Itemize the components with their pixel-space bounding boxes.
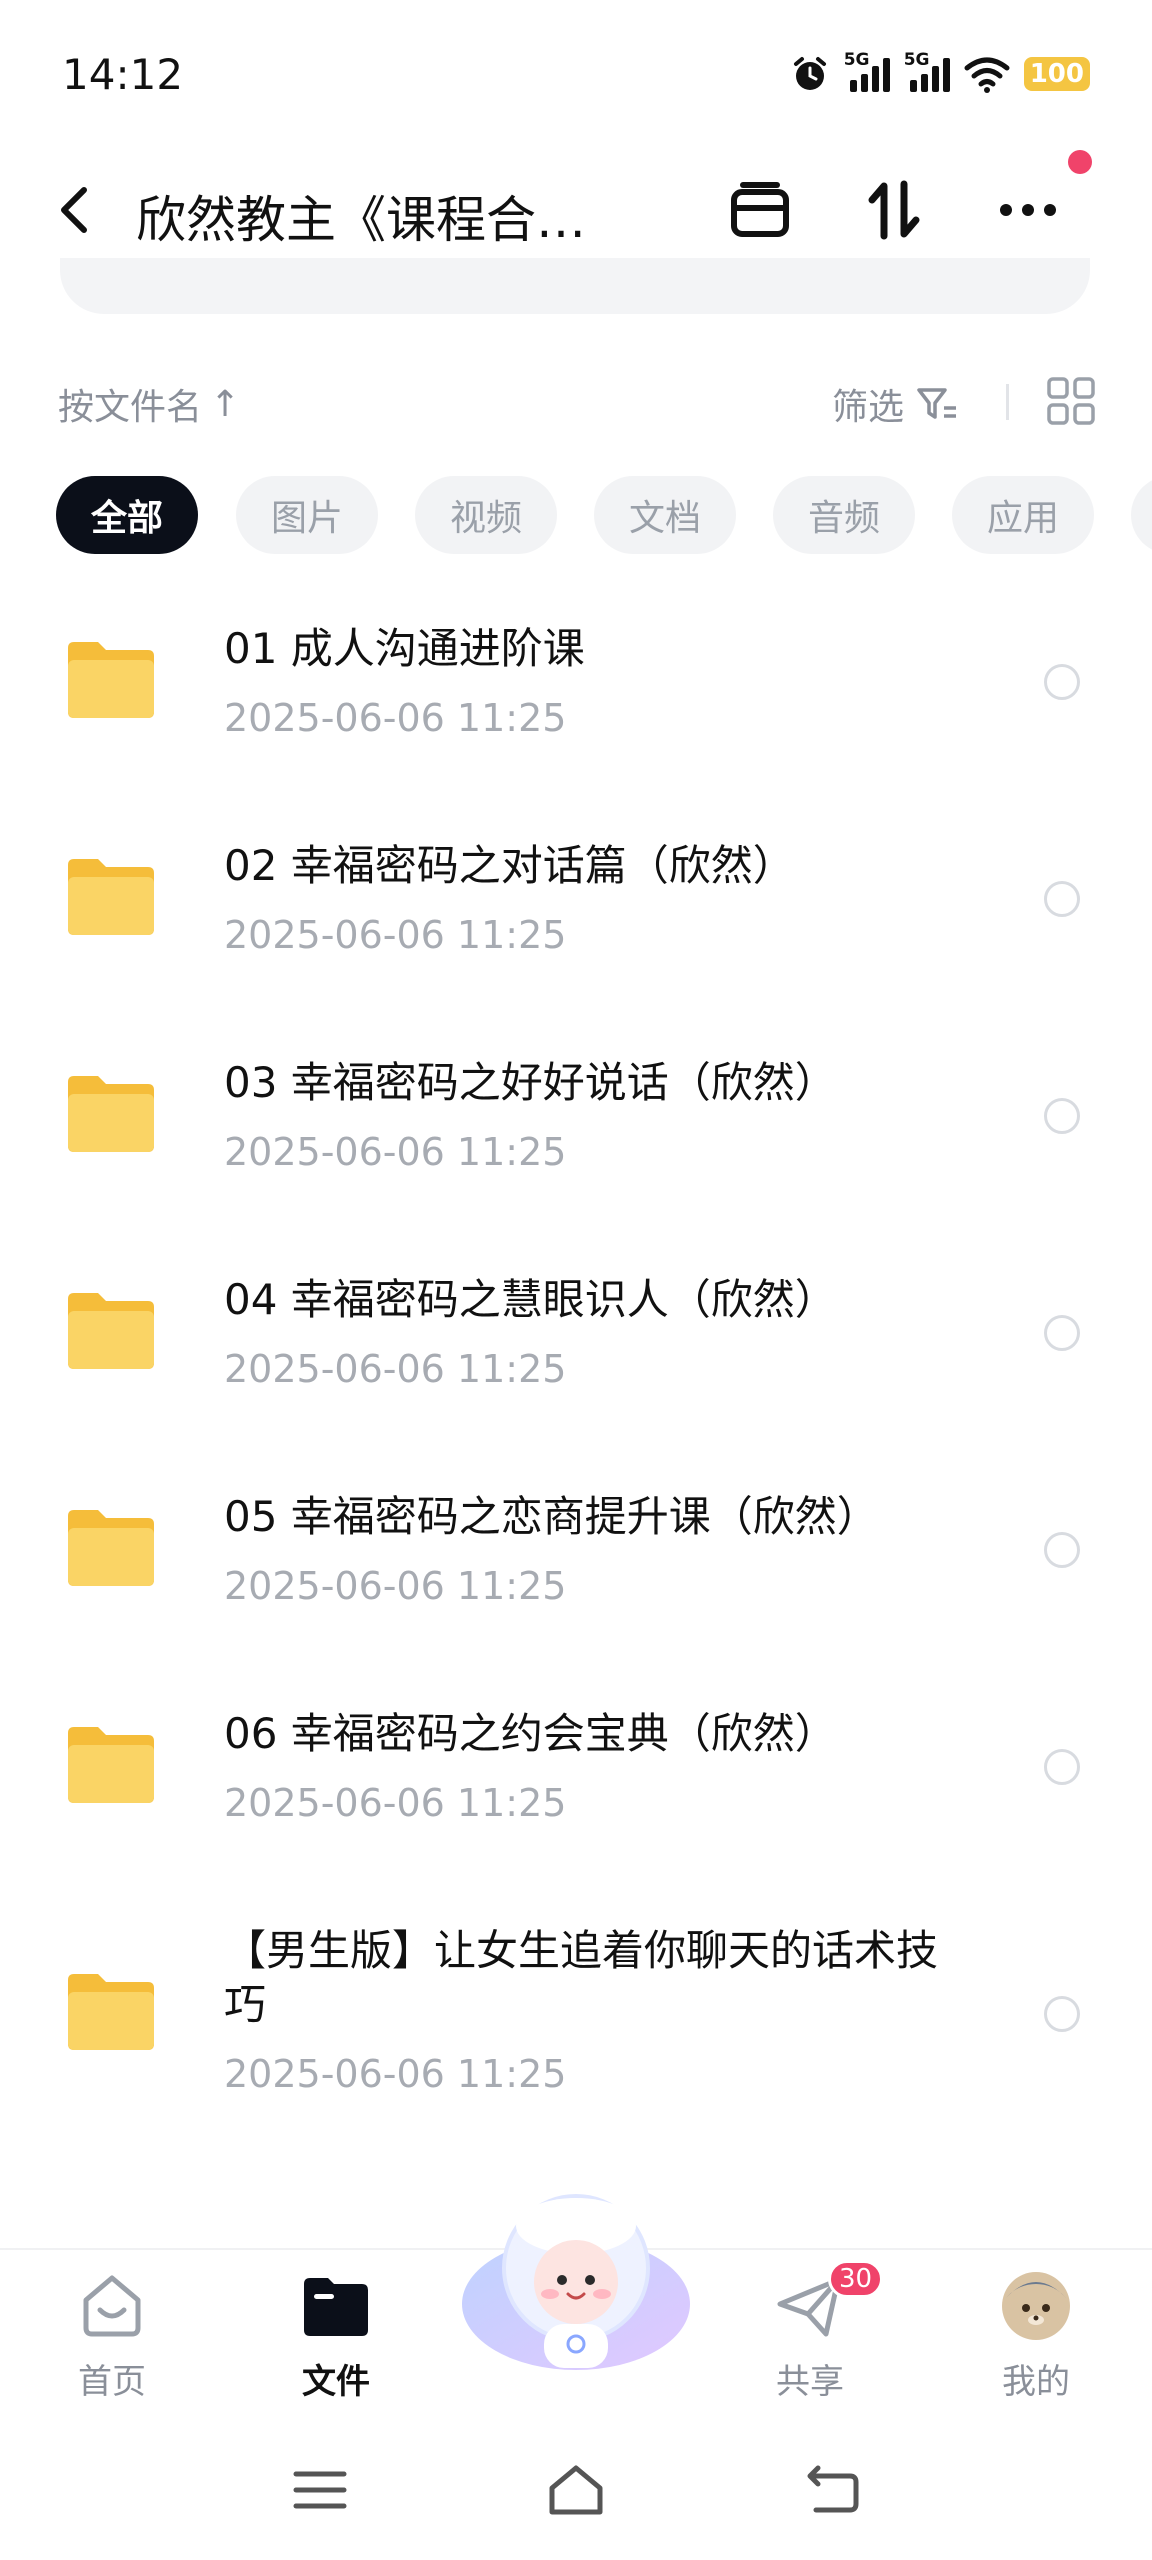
user-avatar-icon [1002,2272,1070,2340]
search-bar[interactable] [60,258,1090,314]
list-item[interactable]: 06 幸福密码之约会宝典（欣然） 2025-06-06 11:25 [0,1685,1152,1845]
select-radio[interactable] [1044,1098,1080,1134]
folder-icon [68,1293,154,1369]
folder-icon [68,1510,154,1586]
file-date: 2025-06-06 11:25 [224,913,567,957]
sort-arrows-icon [868,180,920,240]
tab-videos[interactable]: 视频 [415,476,557,554]
grid-view-icon[interactable] [1046,376,1096,426]
alarm-icon [793,57,826,90]
archive-button[interactable] [724,174,796,246]
file-date: 2025-06-06 11:25 [224,1781,567,1825]
home-button-icon[interactable] [546,2460,606,2520]
select-radio[interactable] [1044,1315,1080,1351]
tab-apps[interactable]: 应用 [952,476,1094,554]
cellular-signal-1-icon: 5G [844,50,890,92]
file-name: 03 幸福密码之好好说话（欣然） [224,1058,837,1107]
nav-home-label: 首页 [78,2362,146,2402]
select-radio[interactable] [1044,881,1080,917]
ai-assistant-mascot-button[interactable] [458,2186,694,2376]
list-item[interactable]: 【男生版】让女生追着你聊天的话术技巧 2025-06-06 11:25 [0,1902,1152,2122]
category-tabs: 全部 图片 视频 文档 音频 应用 [56,476,1152,556]
more-options-button[interactable] [992,174,1064,246]
nav-files[interactable]: 文件 [256,2250,416,2420]
sort-filter-row: 按文件名 ↑ 筛选 [0,370,1152,434]
folder-icon [68,1076,154,1152]
status-icons: 5G 5G 100 [790,50,1090,94]
file-name: 05 幸福密码之恋商提升课（欣然） [224,1492,879,1541]
nav-mine-label: 我的 [1002,2362,1070,2402]
list-item[interactable]: 01 成人沟通进阶课 2025-06-06 11:25 [0,600,1152,760]
page-title: 欣然教主《课程合… [136,191,586,249]
file-date: 2025-06-06 11:25 [224,696,567,740]
file-date: 2025-06-06 11:25 [224,1347,567,1391]
file-date: 2025-06-06 11:25 [224,2052,567,2096]
folder-icon [68,859,154,935]
list-item[interactable]: 02 幸福密码之对话篇（欣然） 2025-06-06 11:25 [0,817,1152,977]
nav-share[interactable]: 30 共享 [730,2250,890,2420]
nav-share-label: 共享 [776,2362,844,2402]
back-button-icon[interactable] [802,2460,862,2520]
tab-audio[interactable]: 音频 [773,476,915,554]
menu-icon[interactable] [290,2460,350,2520]
file-name: 01 成人沟通进阶课 [224,624,585,673]
files-folder-icon [304,2278,368,2336]
archive-box-icon [731,182,789,237]
tab-all[interactable]: 全部 [56,476,198,554]
filter-funnel-icon [917,388,957,419]
file-date: 2025-06-06 11:25 [224,1564,567,1608]
tab-images[interactable]: 图片 [236,476,378,554]
file-name: 02 幸福密码之对话篇（欣然） [224,841,795,890]
home-icon [83,2275,141,2337]
sort-by-name-button[interactable]: 按文件名 ↑ [58,378,240,430]
list-item[interactable]: 03 幸福密码之好好说话（欣然） 2025-06-06 11:25 [0,1034,1152,1194]
status-bar: 14:12 5G 5G 100 [0,0,1152,140]
divider [1006,384,1009,420]
share-count-badge: 30 [828,2260,884,2298]
list-item[interactable]: 05 幸福密码之恋商提升课（欣然） 2025-06-06 11:25 [0,1468,1152,1628]
wifi-icon [964,57,1010,93]
status-time: 14:12 [62,50,184,99]
nav-home[interactable]: 首页 [32,2250,192,2420]
back-arrow-icon[interactable] [50,182,100,238]
folder-icon [68,1727,154,1803]
nav-mine[interactable]: 我的 [956,2250,1116,2420]
cellular-signal-2-icon: 5G [904,50,950,92]
select-radio[interactable] [1044,664,1080,700]
file-name: 04 幸福密码之慧眼识人（欣然） [224,1275,837,1324]
list-item[interactable]: 04 幸福密码之慧眼识人（欣然） 2025-06-06 11:25 [0,1251,1152,1411]
file-name: 06 幸福密码之约会宝典（欣然） [224,1709,837,1758]
select-radio[interactable] [1044,1749,1080,1785]
top-app-bar: 欣然教主《课程合… [0,150,1152,270]
sort-label: 按文件名 [58,387,203,428]
sort-direction-arrow: ↑ [210,383,241,425]
folder-icon [68,1974,154,2050]
select-radio[interactable] [1044,1996,1080,2032]
more-dots-icon [1000,204,1056,216]
system-navigation-bar [0,2440,1152,2540]
network-type-label: 5G [903,50,930,70]
file-name: 【男生版】让女生追着你聊天的话术技巧 [224,1926,939,2029]
network-type-label: 5G [843,50,870,70]
tab-documents[interactable]: 文档 [594,476,736,554]
sort-order-button[interactable] [858,174,930,246]
select-radio[interactable] [1044,1532,1080,1568]
notification-dot [1068,150,1092,174]
battery-indicator: 100 [1023,57,1090,91]
filter-label: 筛选 [832,387,905,428]
filter-button[interactable]: 筛选 [832,378,958,430]
nav-files-label: 文件 [302,2362,370,2402]
tab-more-partial[interactable] [1131,476,1152,554]
file-date: 2025-06-06 11:25 [224,1130,567,1174]
folder-icon [68,642,154,718]
